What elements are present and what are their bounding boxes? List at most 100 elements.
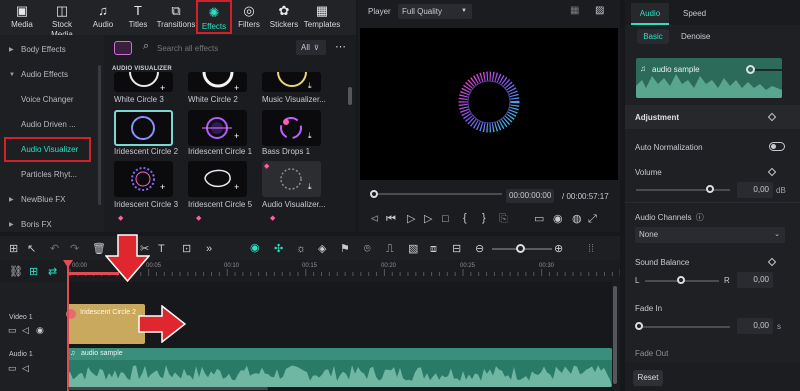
quality-dropdown[interactable]: Full Quality ▼ [398, 4, 472, 19]
auto-ripple-icon[interactable]: ✣ [274, 243, 283, 255]
play-icon[interactable]: ▷ [407, 213, 415, 225]
toolbar-filters[interactable]: ◎ Filters [229, 2, 269, 33]
filter-dropdown[interactable]: All ⊽ [296, 40, 326, 55]
layout-grid-icon[interactable]: ⊞ [9, 243, 18, 255]
sidebar-item-body-effects[interactable]: ▶ Body Effects [0, 38, 104, 62]
sidebar-item-boris-fx[interactable]: ▶ Boris FX [0, 213, 104, 232]
track-manager-icon[interactable]: ⇄ [48, 266, 57, 278]
fade-in-value-field[interactable]: 0,00 [737, 318, 773, 334]
grid-view-icon[interactable]: ▦ [570, 5, 579, 16]
speaker-icon[interactable]: ◁ [22, 362, 29, 374]
text-tool-icon[interactable]: T [158, 243, 165, 255]
toolbar-templates[interactable]: ▦ Templates [301, 2, 343, 33]
auto-normalization-toggle[interactable] [769, 142, 785, 151]
step-forward-icon[interactable]: ▷ [424, 213, 432, 225]
more-menu-icon[interactable]: ⁞⁞ [588, 243, 594, 255]
select-tool-icon[interactable]: ↖ [27, 243, 36, 255]
mark-in-icon[interactable]: ⊲ [370, 213, 379, 225]
playhead-knob[interactable] [370, 190, 378, 198]
volume-slider[interactable] [636, 189, 730, 191]
audio-icon[interactable]: ◍ [572, 213, 582, 225]
mic-icon[interactable]: ⌾ [364, 243, 371, 255]
zoom-knob[interactable] [516, 244, 525, 253]
effect-card-music-visualizer[interactable] [262, 72, 321, 92]
add-icon[interactable]: + [160, 182, 165, 192]
redo-icon[interactable]: ↷ [70, 243, 79, 255]
add-icon[interactable]: + [160, 83, 165, 93]
toolbar-titles[interactable]: T Titles [118, 2, 158, 33]
download-icon[interactable]: ⤓ [308, 131, 312, 141]
sidebar-scrollbar[interactable] [98, 65, 101, 205]
tab-speed[interactable]: Speed [683, 3, 719, 25]
tab-audio[interactable]: Audio [631, 3, 669, 25]
toolbar-media[interactable]: ▣ Media [2, 2, 42, 33]
fade-in-slider[interactable] [638, 326, 730, 328]
current-time-field[interactable]: 00:00:00:00 [506, 189, 554, 203]
marker-icon[interactable]: ◈ [318, 243, 326, 255]
folder-icon[interactable]: ▭ [8, 362, 17, 374]
step-back-icon[interactable]: ⏮ [386, 213, 396, 225]
more-tools-icon[interactable]: » [206, 243, 212, 255]
snapshot-icon[interactable]: ▨ [595, 5, 604, 16]
zoom-out-icon[interactable]: ⊖ [475, 243, 484, 255]
keyframe-icon[interactable] [767, 257, 777, 267]
reset-button[interactable]: Reset [633, 370, 663, 386]
sidebar-item-newblue-fx[interactable]: ▶ NewBlue FX [0, 188, 104, 212]
effects-scrollbar[interactable] [348, 87, 352, 105]
clip-volume-track[interactable] [751, 69, 782, 71]
sidebar-item-audio-effects[interactable]: ▼ Audio Effects [0, 63, 104, 87]
sun-icon[interactable]: ☼ [296, 243, 306, 255]
audio-clip[interactable]: ♫ audio sample [67, 348, 612, 387]
voiceover-icon[interactable]: ⎍ [386, 243, 394, 255]
effect-card-audio-visualizer[interactable] [262, 161, 321, 197]
flag-icon[interactable]: ⚑ [340, 243, 350, 255]
playback-progress[interactable] [372, 193, 502, 195]
eye-icon[interactable]: ◉ [36, 324, 44, 336]
clip-volume-knob[interactable] [746, 65, 755, 74]
mark-in-brace-icon[interactable]: { [463, 212, 467, 224]
favorites-icon[interactable] [114, 41, 132, 55]
toolbar-stock-media[interactable]: ◫ Stock Media [40, 2, 84, 39]
crop-icon[interactable]: ⊡ [182, 243, 191, 255]
picture-in-picture-icon[interactable]: ⧈ [430, 243, 437, 255]
stop-icon[interactable]: □ [442, 213, 449, 225]
more-options-icon[interactable]: ⋯ [335, 40, 346, 53]
balance-value-field[interactable]: 0,00 [737, 272, 773, 288]
zoom-in-icon[interactable]: ⊕ [554, 243, 563, 255]
effect-card-bass-drops-1[interactable] [262, 110, 321, 146]
add-icon[interactable]: + [234, 182, 239, 192]
subtab-denoise[interactable]: Denoise [681, 32, 710, 41]
sidebar-item-particles-rhythm[interactable]: Particles Rhyt... [0, 163, 104, 187]
display-icon[interactable]: ▭ [534, 213, 544, 225]
add-track-icon[interactable]: ⊞ [29, 266, 38, 278]
render-icon[interactable]: ⎘ [499, 213, 508, 225]
image-icon[interactable]: ▧ [408, 243, 418, 255]
sidebar-item-voice-changer[interactable]: Voice Changer [0, 88, 104, 112]
download-icon[interactable]: ⤓ [308, 81, 312, 91]
balance-knob[interactable] [677, 276, 685, 284]
snap-icon[interactable]: ⊟ [452, 243, 461, 255]
sidebar-item-audio-driven[interactable]: Audio Driven ... [0, 113, 104, 137]
folder-icon[interactable]: ▭ [8, 324, 17, 336]
toolbar-effects[interactable]: ✺ Effects [196, 0, 232, 34]
help-icon[interactable]: ⓘ [696, 213, 704, 222]
fade-in-knob[interactable] [635, 322, 643, 330]
sidebar-item-audio-visualizer[interactable]: Audio Visualizer [4, 137, 91, 162]
keyframe-icon[interactable] [767, 167, 777, 177]
volume-value-field[interactable]: 0,00 [737, 182, 773, 198]
ai-tool-icon[interactable]: ◉ [250, 242, 260, 254]
delete-icon[interactable]: 🗑 [92, 243, 106, 255]
timeline-horizontal-scrollbar[interactable] [68, 387, 268, 390]
add-icon[interactable]: + [234, 83, 239, 93]
effect-card-iridescent-circle-2[interactable] [114, 110, 173, 146]
camera-icon[interactable]: ◉ [553, 213, 563, 225]
volume-knob[interactable] [706, 185, 714, 193]
undo-icon[interactable]: ↶ [50, 243, 59, 255]
effect-clip[interactable]: Iridescent Circle 2 [67, 304, 145, 344]
toolbar-audio[interactable]: ♫ Audio [83, 2, 123, 33]
subtab-basic[interactable]: Basic [637, 29, 669, 44]
toolbar-stickers[interactable]: ✿ Stickers [264, 2, 304, 33]
timeline-vertical-scrollbar[interactable] [613, 286, 617, 384]
link-icon[interactable]: ⛓ [9, 266, 23, 278]
audio-channels-select[interactable]: None ⌄ [635, 227, 785, 243]
